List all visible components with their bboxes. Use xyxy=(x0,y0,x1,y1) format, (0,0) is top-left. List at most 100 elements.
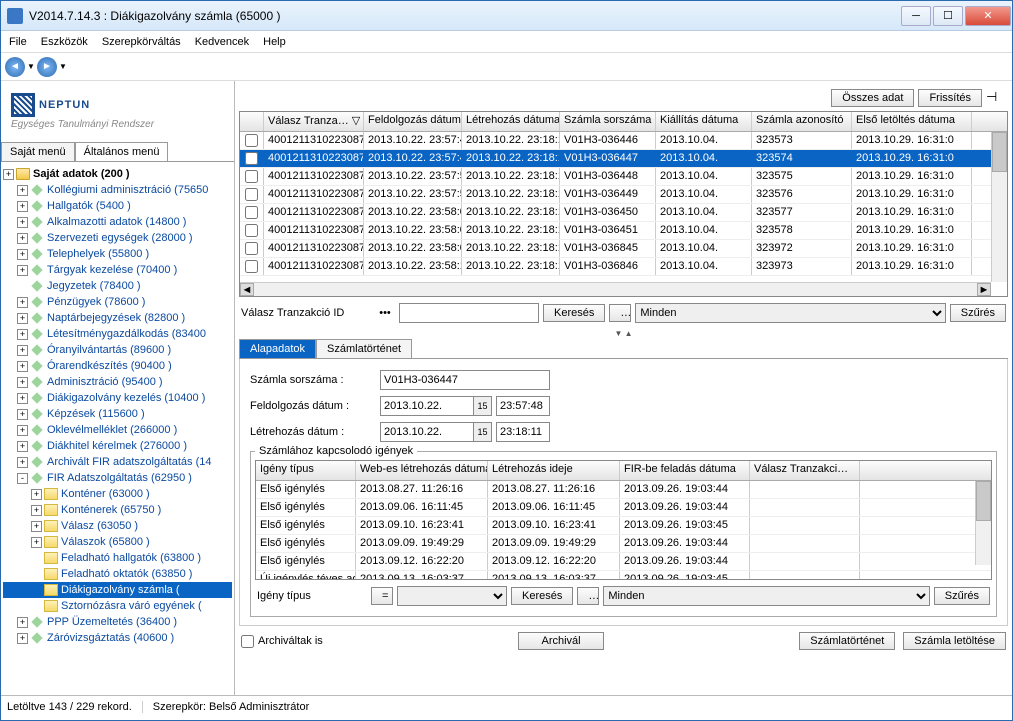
menu-roles[interactable]: Szerepkörváltás xyxy=(102,36,181,48)
pin-icon[interactable]: ⊣ xyxy=(986,89,1002,105)
feld-time-input[interactable] xyxy=(496,396,550,416)
tree-node[interactable]: +PPP Üzemeltetés (36400 ) xyxy=(3,614,232,630)
splitter[interactable]: ▼ ▲ xyxy=(239,329,1008,339)
left-panel: NEPTUN Egységes Tanulmányi Rendszer Sajá… xyxy=(1,81,235,695)
status-role: Szerepkör: Belső Adminisztrátor xyxy=(153,701,310,713)
menu-tools[interactable]: Eszközök xyxy=(41,36,88,48)
tree-node[interactable]: +Válaszok (65800 ) xyxy=(3,534,232,550)
sorszam-input[interactable] xyxy=(380,370,550,390)
tree-node[interactable]: +Diákigazolvány kezelés (10400 ) xyxy=(3,390,232,406)
forward-button[interactable]: ► xyxy=(37,57,57,77)
tree-node[interactable]: +Naptárbejegyzések (82800 ) xyxy=(3,310,232,326)
filter-row-1: Válasz Tranzakció ID ••• Keresés … Minde… xyxy=(239,297,1008,329)
tree-node[interactable]: +Záróvizsgáztatás (40600 ) xyxy=(3,630,232,646)
tree-node[interactable]: Sztornózásra váró egyének ( xyxy=(3,598,232,614)
table-row[interactable]: 40012113102230872013.10.22. 23:58:02013.… xyxy=(240,204,1007,222)
close-button[interactable]: ✕ xyxy=(965,6,1011,26)
szamlatortenet-button[interactable]: Számlatörténet xyxy=(799,632,895,650)
tree-node[interactable]: +Pénzügyek (78600 ) xyxy=(3,294,232,310)
logo-subtitle: Egységes Tanulmányi Rendszer xyxy=(11,119,224,130)
grid-hscroll[interactable]: ◄► xyxy=(240,282,991,296)
tree-node[interactable]: +Kollégiumi adminisztráció (75650 xyxy=(3,182,232,198)
tree-node[interactable]: +Hallgatók (5400 ) xyxy=(3,198,232,214)
back-dropdown[interactable]: ▼ xyxy=(27,62,37,71)
menubar: File Eszközök Szerepkörváltás Kedvencek … xyxy=(1,31,1012,53)
filter1-select[interactable]: Minden xyxy=(635,303,945,323)
filter2-search-button[interactable]: Keresés xyxy=(511,587,573,605)
table-row[interactable]: 40012113102230872013.10.22. 23:57:42013.… xyxy=(240,132,1007,150)
tab-alapadatok[interactable]: Alapadatok xyxy=(239,339,316,358)
fieldset-legend: Számlához kapcsolodó igények xyxy=(255,445,417,457)
archivaltak-checkbox[interactable]: Archiváltak is xyxy=(241,635,323,648)
tree-node[interactable]: +Saját adatok (200 ) xyxy=(3,166,232,182)
tab-sajat[interactable]: Saját menü xyxy=(1,142,75,161)
maximize-button[interactable]: ☐ xyxy=(933,6,963,26)
table-row[interactable]: 40012113102230872013.10.22. 23:57:42013.… xyxy=(240,150,1007,168)
table-row[interactable]: 40012113102230872013.10.22. 23:58:02013.… xyxy=(240,240,1007,258)
tree-node[interactable]: +Oklevélmelléklet (266000 ) xyxy=(3,422,232,438)
refresh-button[interactable]: Frissítés xyxy=(918,89,982,107)
subgrid-vscroll[interactable] xyxy=(975,481,991,565)
filter1-search-button[interactable]: Keresés xyxy=(543,304,605,322)
tree-node[interactable]: +Adminisztráció (95400 ) xyxy=(3,374,232,390)
filter2-select[interactable]: Minden xyxy=(603,586,929,606)
menu-file[interactable]: File xyxy=(9,36,27,48)
tree-node[interactable]: +Óranyilvántartás (89600 ) xyxy=(3,342,232,358)
tree-node[interactable]: +Archivált FIR adatszolgáltatás (14 xyxy=(3,454,232,470)
tree-node[interactable]: +Válasz (63050 ) xyxy=(3,518,232,534)
filter2-browse-button[interactable]: … xyxy=(577,587,599,605)
tree-node[interactable]: Feladható hallgatók (63800 ) xyxy=(3,550,232,566)
status-records: Letöltve 143 / 229 rekord. xyxy=(7,701,143,713)
filter1-filter-button[interactable]: Szűrés xyxy=(950,304,1006,322)
all-data-button[interactable]: Összes adat xyxy=(831,89,914,107)
filter1-mask-icon[interactable]: ••• xyxy=(375,307,395,319)
filter1-input[interactable] xyxy=(399,303,539,323)
tree-node[interactable]: +Alkalmazotti adatok (14800 ) xyxy=(3,214,232,230)
menu-fav[interactable]: Kedvencek xyxy=(195,36,249,48)
table-row[interactable]: 40012113102230872013.10.22. 23:58:02013.… xyxy=(240,222,1007,240)
table-row[interactable]: 40012113102230872013.10.22. 23:57:52013.… xyxy=(240,168,1007,186)
grid-vscroll[interactable] xyxy=(991,132,1007,282)
table-row[interactable]: 40012113102230872013.10.22. 23:58:12013.… xyxy=(240,258,1007,276)
table-row[interactable]: 40012113102230872013.10.22. 23:57:52013.… xyxy=(240,186,1007,204)
forward-dropdown[interactable]: ▼ xyxy=(59,62,69,71)
feld-date-input[interactable] xyxy=(380,396,474,416)
tree-node[interactable]: Feladható oktatók (63850 ) xyxy=(3,566,232,582)
back-button[interactable]: ◄ xyxy=(5,57,25,77)
tree-node[interactable]: +Órarendkészítés (90400 ) xyxy=(3,358,232,374)
filter2-eq-button[interactable]: = xyxy=(371,587,393,605)
tree-node[interactable]: -FIR Adatszolgáltatás (62950 ) xyxy=(3,470,232,486)
tree-node[interactable]: +Tárgyak kezelése (70400 ) xyxy=(3,262,232,278)
sub-grid[interactable]: Igény típusWeb-es létrehozás dátumaLétre… xyxy=(255,460,992,580)
tree-node[interactable]: Diákigazolvány számla ( xyxy=(3,582,232,598)
letre-date-input[interactable] xyxy=(380,422,474,442)
filter1-browse-button[interactable]: … xyxy=(609,304,631,322)
table-row[interactable]: Első igénylés2013.09.09. 19:49:292013.09… xyxy=(256,535,991,553)
tree-node[interactable]: +Konténer (63000 ) xyxy=(3,486,232,502)
filter2-type-select[interactable] xyxy=(397,586,507,606)
table-row[interactable]: Első igénylés2013.09.06. 16:11:452013.09… xyxy=(256,499,991,517)
tree-node[interactable]: +Konténerek (65750 ) xyxy=(3,502,232,518)
letre-time-input[interactable] xyxy=(496,422,550,442)
tree-node[interactable]: +Telephelyek (55800 ) xyxy=(3,246,232,262)
tree-node[interactable]: +Létesítménygazdálkodás (83400 xyxy=(3,326,232,342)
tree-node[interactable]: +Szervezeti egységek (28000 ) xyxy=(3,230,232,246)
calendar-icon[interactable]: 15 xyxy=(474,396,492,416)
tab-altalanos[interactable]: Általános menü xyxy=(75,142,169,161)
table-row[interactable]: Első igénylés2013.09.12. 16:22:202013.09… xyxy=(256,553,991,571)
archival-button[interactable]: Archivál xyxy=(518,632,603,650)
table-row[interactable]: Első igénylés2013.08.27. 11:26:162013.08… xyxy=(256,481,991,499)
table-row[interactable]: Új igénylés téves ad2013.09.13. 16:03:37… xyxy=(256,571,991,580)
tab-szamlatortenet[interactable]: Számlatörténet xyxy=(316,339,412,358)
nav-tree[interactable]: +Saját adatok (200 )+Kollégiumi adminisz… xyxy=(1,162,234,695)
tree-node[interactable]: +Diákhitel kérelmek (276000 ) xyxy=(3,438,232,454)
tree-node[interactable]: +Képzések (115600 ) xyxy=(3,406,232,422)
menu-help[interactable]: Help xyxy=(263,36,286,48)
filter2-filter-button[interactable]: Szűrés xyxy=(934,587,990,605)
main-grid[interactable]: Válasz Tranza… ▽Feldolgozás dátumaLétreh… xyxy=(239,111,1008,297)
tree-node[interactable]: Jegyzetek (78400 ) xyxy=(3,278,232,294)
table-row[interactable]: Első igénylés2013.09.10. 16:23:412013.09… xyxy=(256,517,991,535)
calendar-icon[interactable]: 15 xyxy=(474,422,492,442)
letoltes-button[interactable]: Számla letöltése xyxy=(903,632,1006,650)
minimize-button[interactable]: ─ xyxy=(901,6,931,26)
